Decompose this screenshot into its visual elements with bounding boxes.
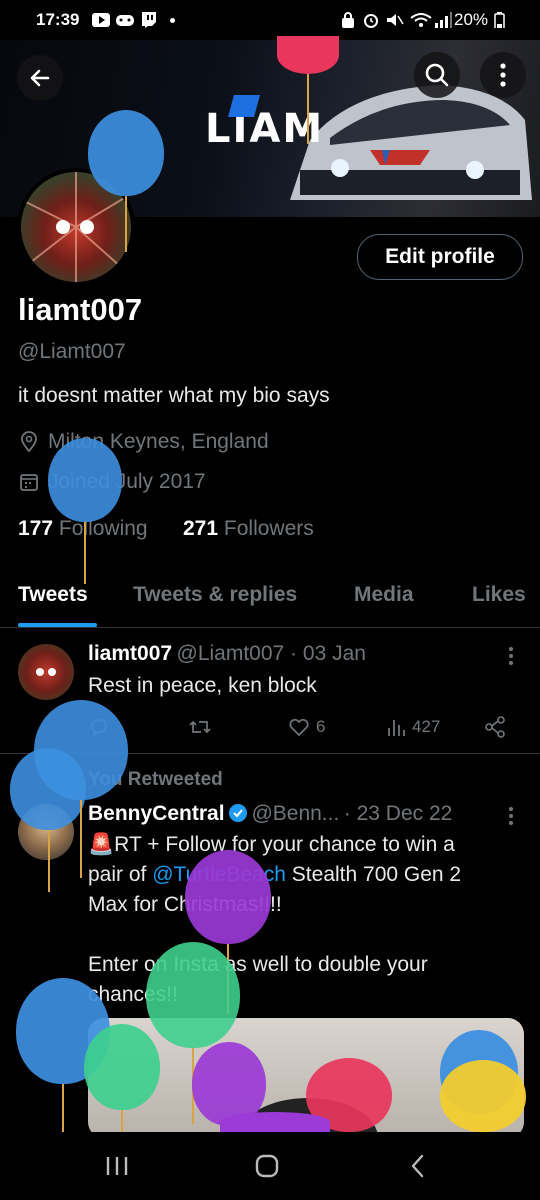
arrow-left-icon [30,69,50,87]
android-navigation-bar [0,1132,540,1200]
tweet-time: · 23 Dec 22 [343,802,453,825]
tweet-avatar-image [36,668,56,676]
joined-text: Joined July 2017 [48,470,206,493]
like-button[interactable]: 6 [288,716,325,738]
tweet-media-image[interactable] [88,1018,524,1138]
tweet-line-1: 🚨RT + Follow for your chance to win a [88,833,455,856]
recent-apps-icon[interactable] [104,1154,130,1178]
followers-label: Followers [223,517,314,540]
profile-joined: Joined July 2017 [18,470,206,494]
tab-likes[interactable]: Likes [472,583,526,607]
retweet-icon [189,720,211,734]
views-count: 427 [412,717,441,736]
alarm-icon [364,14,378,28]
status-bar: 17:39 20% [0,0,540,40]
tweet-more-icon[interactable] [507,806,515,826]
tweet-author-name: liamt007 [88,642,173,665]
siren-emoji: 🚨 [88,833,115,856]
lock-icon [342,12,354,28]
back-button[interactable] [17,55,63,101]
retweet-label: You Retweeted [88,769,223,790]
tab-tweets-and-replies[interactable]: Tweets & replies [133,583,297,607]
views-button[interactable]: 427 [386,716,440,738]
tweet-handle: @Benn... [251,802,340,825]
tweet-header: BennyCentral @Benn... · 23 Dec 22 [88,802,452,826]
tweet-header: liamt007 @Liamt007 · 03 Jan [88,642,366,666]
profile-name: liamt007 [18,292,143,327]
battery-percentage: 20% [454,10,489,29]
tweet-text: 🚨RT + Follow for your chance to win a pa… [88,830,518,1010]
tweet-line-2: pair of @TurtleBeach Stealth 700 Gen 2 [88,863,462,886]
followers-link[interactable]: 271 Followers [183,517,314,541]
retweet-button[interactable] [188,716,212,738]
search-icon [425,63,449,87]
following-link[interactable]: 177 Following [18,517,148,541]
tweet-line-5: chances!! [88,983,178,1006]
profile-avatar[interactable] [17,168,135,286]
status-time: 17:39 [36,10,80,29]
more-vertical-icon [500,63,506,87]
views-chart-icon [388,720,405,736]
tab-media[interactable]: Media [354,583,414,607]
followers-count: 271 [183,517,219,540]
profile-location: Milton Keynes, England [18,430,269,454]
heart-icon [289,718,309,737]
following-label: Following [58,517,148,540]
location-pin-icon [21,431,37,453]
avatar-image [25,172,127,282]
tweet-avatar[interactable] [18,804,74,860]
reply-button[interactable] [88,716,110,738]
like-count: 6 [316,717,326,736]
battery-icon [494,12,505,28]
home-icon[interactable] [255,1154,279,1178]
mute-icon [387,14,404,26]
reply-icon [91,719,107,737]
profile-bio: it doesnt matter what my bio says [18,384,330,407]
tweet[interactable]: liamt007 @Liamt007 · 03 Jan Rest in peac… [0,628,540,754]
notification-dot-icon [170,18,175,23]
tweet-text: Rest in peace, ken block [88,674,317,697]
gamepad-icon [116,15,134,26]
profile-tabs: Tweets Tweets & replies Media Likes [0,575,540,628]
more-options-button[interactable] [480,52,526,98]
mention-link[interactable]: @TurtleBeach [152,863,286,886]
twitch-icon [142,12,156,28]
following-count: 177 [18,517,54,540]
location-text: Milton Keynes, England [48,430,269,453]
tweet-avatar[interactable] [18,644,74,700]
tweet-line-3: Max for Christmas!!!! [88,893,282,916]
signal-icon [435,12,452,28]
edit-profile-button[interactable]: Edit profile [357,234,523,280]
share-icon[interactable] [484,716,506,738]
active-tab-indicator [18,623,97,627]
calendar-icon [20,474,38,491]
banner-logo: LIAM [205,106,325,152]
tweet-line-4: Enter on Insta as well to double your [88,953,428,976]
wifi-icon [410,13,432,27]
tweet-more-icon[interactable] [507,646,515,666]
back-nav-icon[interactable] [408,1154,428,1178]
search-button[interactable] [414,52,460,98]
tweet-author-name: BennyCentral [88,802,225,825]
profile-handle: @Liamt007 [18,340,126,363]
verified-badge-icon [228,804,247,822]
tweet-handle-time: @Liamt007 · 03 Jan [176,642,366,665]
tab-tweets[interactable]: Tweets [18,583,88,607]
youtube-icon [92,13,110,27]
